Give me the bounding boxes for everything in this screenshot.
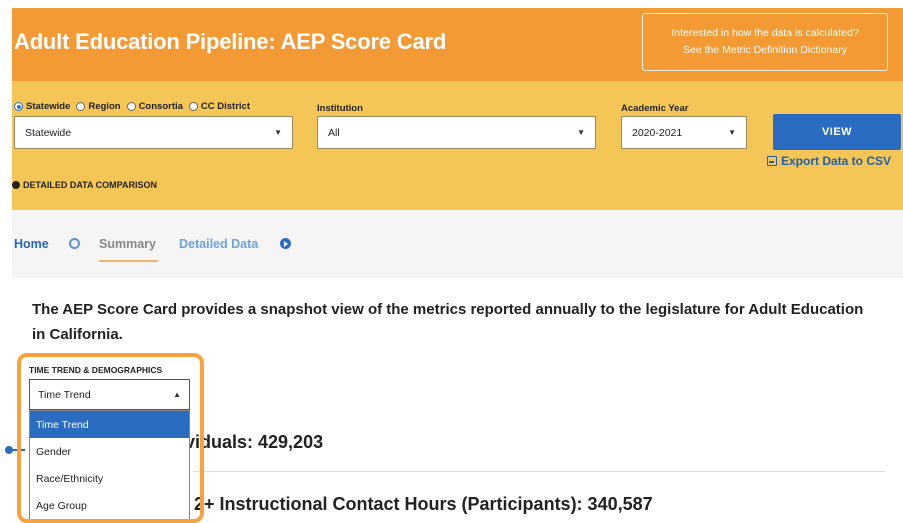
radio-icon bbox=[76, 102, 86, 111]
radio-label: Region bbox=[88, 101, 121, 112]
cta-line-2: See the Metric Definition Dictionary bbox=[683, 44, 847, 56]
app-title: Adult Education Pipeline: AEP Score Card bbox=[14, 29, 447, 54]
stat-participants: 2+ Instructional Contact Hours (Particip… bbox=[194, 494, 653, 514]
institution-select-value: All bbox=[328, 126, 340, 139]
radio-label: CC District bbox=[200, 101, 250, 112]
detailed-comparison-toggle[interactable]: DETAILED DATA COMPARISON bbox=[12, 180, 157, 190]
active-tab-underline bbox=[99, 260, 158, 262]
institution-select[interactable]: All ▼ bbox=[317, 116, 596, 149]
filters-panel: Statewide Region Consortia CC District S… bbox=[12, 81, 903, 210]
nav-home[interactable]: Home bbox=[14, 237, 49, 251]
plus-circle-icon bbox=[12, 181, 20, 189]
scope-radio-group: Statewide Region Consortia CC District bbox=[14, 101, 256, 112]
divider bbox=[193, 471, 885, 472]
view-button[interactable]: VIEW bbox=[773, 114, 901, 150]
step-circle-icon bbox=[69, 238, 80, 249]
highlight-box bbox=[17, 353, 204, 523]
radio-icon bbox=[126, 102, 136, 111]
arrow-right-circle-icon[interactable] bbox=[280, 238, 291, 249]
institution-label: Institution bbox=[317, 103, 363, 114]
stat-individuals: viduals: 429,203 bbox=[185, 432, 324, 452]
metric-dictionary-link[interactable]: Interested in how the data is calculated… bbox=[642, 13, 888, 71]
breadcrumb-nav: Home Summary Detailed Data bbox=[12, 210, 903, 278]
academic-year-value: 2020-2021 bbox=[632, 126, 683, 139]
radio-icon bbox=[188, 102, 198, 111]
academic-year-label: Academic Year bbox=[621, 103, 689, 114]
radio-label: Consortia bbox=[138, 101, 183, 112]
intro-text: The AEP Score Card provides a snapshot v… bbox=[32, 301, 864, 343]
radio-cc-district[interactable]: CC District bbox=[188, 101, 250, 112]
radio-consortia[interactable]: Consortia bbox=[126, 101, 183, 112]
radio-selected-icon bbox=[14, 102, 23, 111]
export-icon bbox=[767, 156, 777, 166]
scope-select-value: Statewide bbox=[25, 126, 72, 139]
academic-year-select[interactable]: 2020-2021 ▼ bbox=[621, 116, 747, 149]
radio-label: Statewide bbox=[26, 101, 71, 112]
nav-detailed-data[interactable]: Detailed Data bbox=[179, 237, 258, 251]
chevron-down-icon: ▼ bbox=[274, 128, 282, 137]
chevron-down-icon: ▼ bbox=[728, 128, 736, 137]
export-label: Export Data to CSV bbox=[781, 154, 892, 168]
nav-summary[interactable]: Summary bbox=[99, 237, 156, 251]
page-header: Adult Education Pipeline: AEP Score Card… bbox=[12, 8, 903, 81]
chevron-down-icon: ▼ bbox=[577, 128, 585, 137]
cta-line-1: Interested in how the data is calculated… bbox=[671, 27, 859, 39]
radio-statewide[interactable]: Statewide bbox=[14, 101, 70, 112]
radio-region[interactable]: Region bbox=[76, 101, 121, 112]
export-csv-link[interactable]: Export Data to CSV bbox=[767, 154, 891, 168]
detailed-comparison-label: DETAILED DATA COMPARISON bbox=[23, 180, 157, 190]
scope-select[interactable]: Statewide ▼ bbox=[14, 116, 293, 149]
